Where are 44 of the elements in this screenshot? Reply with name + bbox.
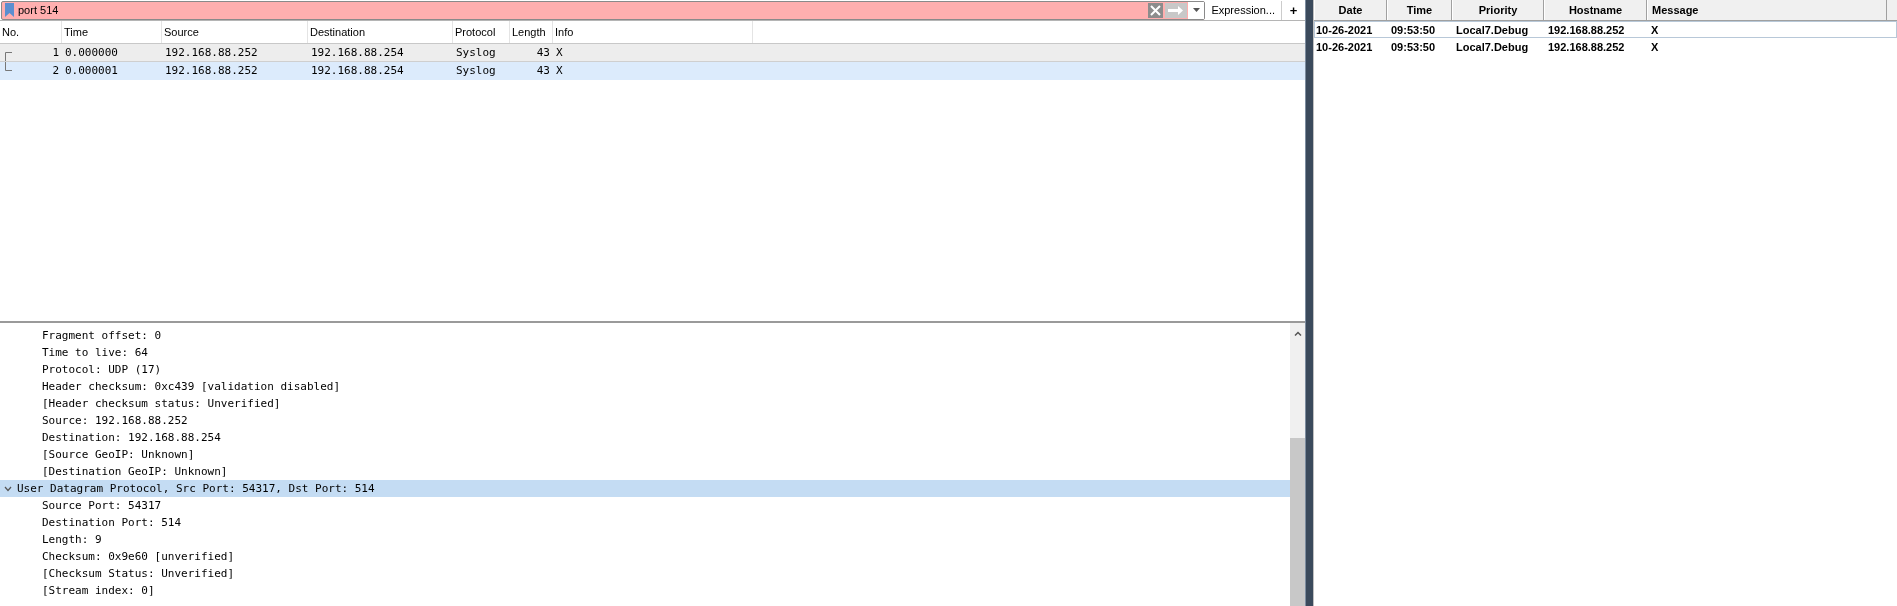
dropdown-button[interactable]: [1188, 1, 1205, 19]
tree-item[interactable]: Length: 9: [0, 531, 1290, 548]
column-header[interactable]: Source: [162, 21, 308, 43]
tree-item[interactable]: [Destination GeoIP: Unknown]: [0, 463, 1290, 480]
clear-button[interactable]: [1148, 2, 1164, 18]
column-header[interactable]: Date: [1314, 0, 1387, 20]
tree-item[interactable]: Source: 192.168.88.252: [0, 412, 1290, 429]
display-filter-field[interactable]: port 514: [1, 0, 1206, 20]
log-row[interactable]: 10-26-2021 09:53:50 Local7.Debug 192.168.88.252 X: [1314, 21, 1897, 38]
filter-input[interactable]: port 514: [14, 2, 1148, 18]
tree-item[interactable]: [Source GeoIP: Unknown]: [0, 446, 1290, 463]
tree-item[interactable]: Destination: 192.168.88.254: [0, 429, 1290, 446]
tree-item[interactable]: Fragment offset: 0: [0, 327, 1290, 344]
tree-item[interactable]: Time to live: 64: [0, 344, 1290, 361]
column-header[interactable]: Message: [1647, 0, 1887, 20]
scrollbar[interactable]: [1290, 323, 1305, 606]
packet-row[interactable]: 1 0.000000 192.168.88.252 192.168.88.254 Syslog 43 X: [0, 44, 1305, 62]
tree-item[interactable]: [Header checksum status: Unverified]: [0, 395, 1290, 412]
column-header[interactable]: No.: [0, 21, 62, 43]
column-header[interactable]: Length: [510, 21, 553, 43]
column-header[interactable]: Protocol: [453, 21, 510, 43]
tree-item[interactable]: Protocol: UDP (17): [0, 361, 1290, 378]
column-header[interactable]: Time: [1387, 0, 1452, 20]
tree-item[interactable]: Header checksum: 0xc439 [validation disabled]: [0, 378, 1290, 395]
caret-icon[interactable]: [1192, 8, 1200, 12]
column-header[interactable]: Time: [62, 21, 162, 43]
column-header[interactable]: Info: [553, 21, 753, 43]
tree-item[interactable]: [Stream index: 0]: [0, 582, 1290, 599]
tree-item[interactable]: Destination Port: 514: [0, 514, 1290, 531]
column-header[interactable]: Hostname: [1544, 0, 1647, 20]
tree-item[interactable]: [Checksum Status: Unverified]: [0, 565, 1290, 582]
splitter[interactable]: [1305, 0, 1313, 606]
column-header[interactable]: Destination: [308, 21, 453, 43]
expression-button[interactable]: Expression...: [1205, 0, 1281, 20]
tree-item[interactable]: User Datagram Protocol, Src Port: 54317, Dst Port: 514: [0, 480, 1290, 497]
scroll-up-icon[interactable]: [1293, 331, 1302, 336]
log-row[interactable]: 10-26-2021 09:53:50 Local7.Debug 192.168.88.252 X: [1314, 38, 1897, 55]
scroll-thumb[interactable]: [1290, 438, 1305, 606]
packet-row[interactable]: 2 0.000001 192.168.88.252 192.168.88.254 Syslog 43 X: [0, 62, 1305, 80]
tree-item[interactable]: Checksum: 0x9e60 [unverified]: [0, 548, 1290, 565]
tree-item[interactable]: Source Port: 54317: [0, 497, 1290, 514]
column-header[interactable]: Priority: [1452, 0, 1544, 20]
chevron-icon[interactable]: [4, 485, 12, 492]
bookmark-icon[interactable]: [5, 3, 14, 17]
